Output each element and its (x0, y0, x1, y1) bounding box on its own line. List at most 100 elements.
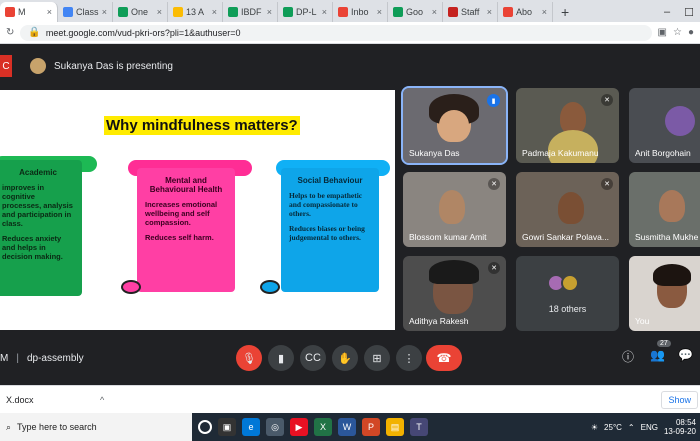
participant-tile[interactable]: ✕ Gowri Sankar Polava... (516, 172, 619, 247)
browser-tab[interactable]: Staff × (443, 2, 498, 22)
close-icon[interactable]: × (432, 7, 437, 17)
mic-off-icon: ✕ (488, 178, 500, 190)
tab-favicon-icon (5, 7, 15, 17)
star-icon[interactable]: ☆ (673, 27, 682, 38)
card-academic: Academic improves in cognitive processes… (0, 160, 82, 296)
browser-tab[interactable]: Goo × (388, 2, 443, 22)
maximize-icon[interactable]: ☐ (684, 6, 694, 19)
url-text: meet.google.com/vud-pkri-ors?pli=1&authu… (45, 27, 241, 38)
taskbar-search[interactable]: ⌕ Type here to search (0, 413, 192, 441)
speaking-icon: ▮ (487, 94, 500, 107)
participant-tile[interactable]: ✕ Adithya Rakesh (403, 256, 506, 331)
card-line: improves in cognitive processes, analysi… (2, 183, 73, 228)
tab-label: IBDF (241, 7, 262, 17)
participant-name: Blossom kumar Amit (409, 232, 487, 242)
meeting-info: M | dp-assembly (0, 353, 84, 364)
language[interactable]: ENG (641, 423, 658, 432)
close-icon[interactable]: × (322, 7, 327, 17)
card-heading: Mental and Behavioural Health (149, 176, 223, 194)
presenting-text: Sukanya Das is presenting (54, 60, 173, 72)
participant-tile[interactable]: ✕ Padmaja Kakumanu (516, 88, 619, 163)
separator: | (16, 352, 19, 364)
date: 13-09-20 (663, 427, 696, 436)
clock[interactable]: 08:54 13-09-20 (664, 418, 696, 436)
url-field[interactable]: 🔒 meet.google.com/vud-pkri-ors?pli=1&aut… (20, 24, 652, 41)
tab-label: DP-L (296, 7, 317, 17)
browser-tab[interactable]: IBDF × (223, 2, 278, 22)
mic-off-icon: ✕ (488, 262, 500, 274)
camera-button[interactable]: ▮ (268, 345, 294, 371)
mic-off-icon: ✕ (601, 94, 613, 106)
mic-off-button[interactable]: 🎙 (236, 345, 262, 371)
raise-hand-button[interactable]: ✋ (332, 345, 358, 371)
close-icon[interactable]: × (102, 7, 107, 17)
browser-tab[interactable]: Inbo × (333, 2, 388, 22)
browser-tab[interactable]: 13 A × (168, 2, 223, 22)
tab-label: M (18, 7, 26, 17)
close-icon[interactable]: × (267, 7, 272, 17)
search-icon: ⌕ (6, 421, 12, 432)
card-line: Reduces biases or being judgemental to o… (289, 224, 365, 242)
participant-name: Sukanya Das (409, 148, 460, 158)
participant-tile[interactable]: Anit Borgohain (629, 88, 700, 163)
reload-icon[interactable]: ↻ (6, 27, 14, 38)
new-tab-button[interactable]: + (553, 2, 577, 22)
more-options-button[interactable]: ⋮ (396, 345, 422, 371)
network-icon[interactable]: ⌃ (628, 423, 635, 432)
participant-name: You (635, 316, 650, 326)
chevron-up-icon[interactable]: ^ (100, 395, 104, 405)
close-icon[interactable]: × (487, 7, 492, 17)
tab-label: Class (76, 7, 99, 17)
slide-title: Why mindfulness matters? (104, 116, 300, 135)
camera-icon[interactable]: ▣ (658, 27, 667, 38)
file-explorer-icon[interactable]: ▤ (386, 418, 404, 436)
minimize-icon[interactable]: – (664, 6, 670, 18)
chrome-icon[interactable]: ◎ (266, 418, 284, 436)
present-button[interactable]: ⊞ (364, 345, 390, 371)
close-icon[interactable]: × (157, 7, 162, 17)
word-icon[interactable]: W (338, 418, 356, 436)
captions-button[interactable]: CC (300, 345, 326, 371)
participant-tile[interactable]: You (629, 256, 700, 331)
participant-name: Gowri Sankar Polava... (522, 232, 609, 242)
browser-tab[interactable]: Abo × (498, 2, 553, 22)
participant-name: Anit Borgohain (635, 148, 691, 158)
browser-tab[interactable]: DP-L × (278, 2, 333, 22)
edge-icon[interactable]: e (242, 418, 260, 436)
teams-icon[interactable]: T (410, 418, 428, 436)
cortana-icon[interactable] (198, 420, 212, 434)
participant-tile[interactable]: Susmitha Mukhe (629, 172, 700, 247)
close-icon[interactable]: × (377, 7, 382, 17)
show-all-button[interactable]: Show (661, 390, 698, 409)
browser-tab-bar: M × Class × One × 13 A × IBDF × DP-L × Inbo × Goo × Staf… (0, 0, 700, 22)
close-icon[interactable]: × (212, 7, 217, 17)
lock-icon: 🔒 (28, 27, 41, 38)
participant-tile[interactable]: ▮ Sukanya Das (401, 86, 508, 165)
card-heading: Academic (19, 168, 57, 177)
download-file[interactable]: X.docx (0, 395, 100, 405)
task-view-icon[interactable]: ▣ (218, 418, 236, 436)
avatar (30, 58, 46, 74)
browser-tab[interactable]: One × (113, 2, 168, 22)
close-icon[interactable]: × (47, 7, 52, 17)
leave-call-button[interactable]: ☎ (426, 345, 462, 371)
close-icon[interactable]: × (542, 7, 547, 17)
others-tile[interactable]: 18 others (516, 256, 619, 331)
tab-label: Staff (461, 7, 480, 17)
chat-icon[interactable]: 💬 (678, 348, 693, 362)
temperature: 25°C (604, 422, 622, 432)
presentation-banner: C Sukanya Das is presenting (0, 52, 700, 80)
tab-label: Abo (516, 7, 533, 17)
video-app-icon[interactable]: ▶ (290, 418, 308, 436)
participant-tile[interactable]: ✕ Blossom kumar Amit (403, 172, 506, 247)
excel-icon[interactable]: X (314, 418, 332, 436)
powerpoint-icon[interactable]: P (362, 418, 380, 436)
browser-tab[interactable]: M × (0, 2, 58, 22)
meeting-time: M (0, 352, 9, 364)
info-icon[interactable]: ⓘ (622, 348, 634, 365)
people-icon[interactable]: 👥 (650, 348, 665, 362)
browser-tab[interactable]: Class × (58, 2, 113, 22)
card-line: Increases emotional wellbeing and self c… (145, 200, 218, 227)
profile-icon[interactable]: ● (688, 27, 694, 38)
tab-favicon-icon (63, 7, 73, 17)
